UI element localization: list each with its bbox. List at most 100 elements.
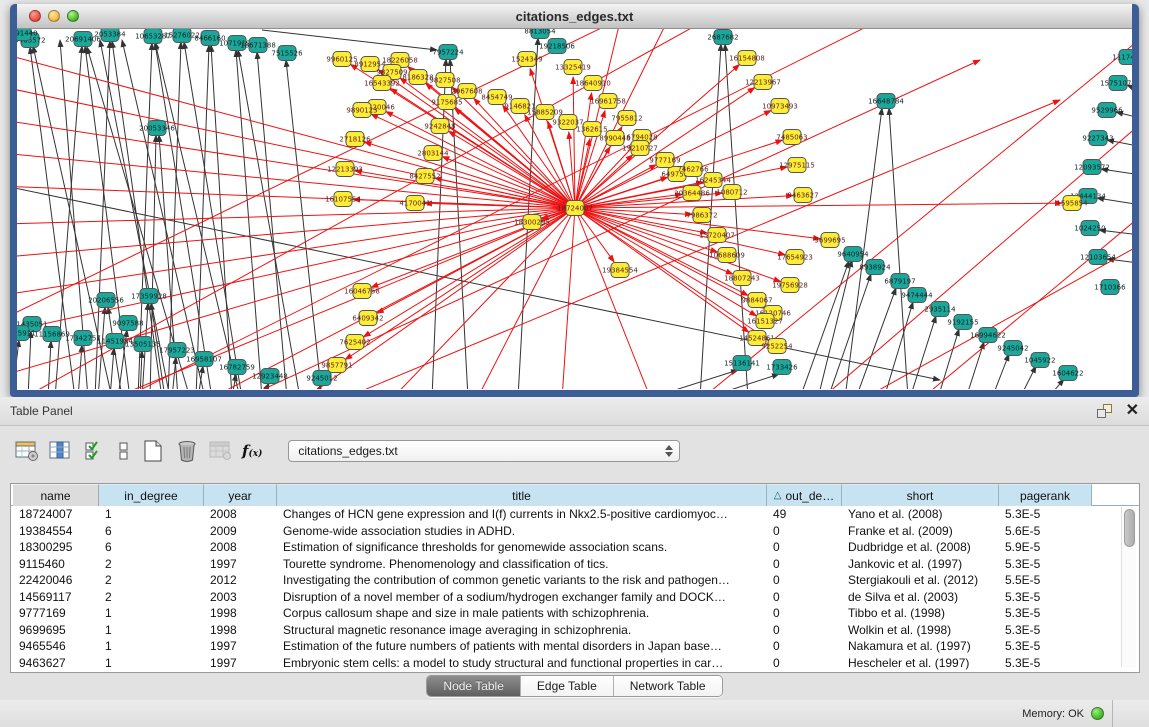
graph-node[interactable]: 12213967 bbox=[745, 75, 781, 90]
graph-node[interactable]: 15136141 bbox=[724, 356, 760, 371]
graph-node[interactable]: 12975115 bbox=[779, 158, 815, 173]
table-cell: 1 bbox=[99, 655, 204, 672]
graph-node[interactable]: 9529966 bbox=[1091, 103, 1123, 118]
graph-node[interactable]: 16782759 bbox=[219, 360, 255, 375]
column-header-out_de[interactable]: △out_de… bbox=[767, 484, 842, 506]
graph-node[interactable]: 9960125 bbox=[326, 52, 357, 67]
graph-node[interactable]: 16961758 bbox=[590, 94, 626, 109]
graph-node[interactable]: 19756928 bbox=[772, 278, 808, 293]
close-panel-icon[interactable]: ✕ bbox=[1126, 404, 1139, 418]
graph-node[interactable]: 19384554 bbox=[602, 263, 638, 278]
graph-node[interactable]: 1604622 bbox=[1052, 366, 1083, 381]
graph-node[interactable]: 9097588 bbox=[112, 316, 143, 331]
graph-node[interactable]: 12093572 bbox=[1074, 160, 1110, 175]
graph-node[interactable]: 2718126 bbox=[339, 132, 371, 147]
graph-node[interactable]: 16648784 bbox=[868, 94, 904, 109]
screen: citations_edges.txt 94055722069140620533… bbox=[0, 0, 1149, 727]
svg-text:6879197: 6879197 bbox=[884, 278, 915, 286]
column-header-pagerank[interactable]: pagerank bbox=[999, 484, 1092, 506]
graph-node[interactable]: 16107554 bbox=[325, 192, 361, 207]
graph-node[interactable]: 12923448 bbox=[252, 369, 288, 384]
select-columns-icon[interactable] bbox=[82, 438, 108, 464]
column-header-in_degree[interactable]: in_degree bbox=[99, 484, 204, 506]
column-header-short[interactable]: short bbox=[842, 484, 999, 506]
graph-node[interactable]: 1733426 bbox=[766, 360, 798, 375]
graph-node[interactable]: 1117407 bbox=[1112, 50, 1132, 65]
svg-text:7957224: 7957224 bbox=[432, 49, 464, 57]
graph-node[interactable]: 9463627 bbox=[787, 188, 818, 203]
graph-node[interactable]: 7625402 bbox=[339, 335, 370, 350]
tab-node-table[interactable]: Node Table bbox=[427, 676, 521, 696]
table-row[interactable]: 2242004622012Investigating the contribut… bbox=[11, 572, 1139, 589]
memory-ok-icon[interactable] bbox=[1091, 707, 1104, 720]
graph-node[interactable]: 7515526 bbox=[271, 46, 303, 61]
tab-edge-table[interactable]: Edge Table bbox=[521, 676, 614, 696]
graph-node[interactable]: 9474444 bbox=[901, 288, 933, 303]
table-select-dropdown[interactable]: citations_edges.txt bbox=[288, 440, 680, 462]
float-panel-icon[interactable] bbox=[1097, 404, 1112, 418]
scrollbar-thumb[interactable] bbox=[1124, 509, 1135, 547]
graph-node[interactable]: 1710366 bbox=[1094, 280, 1126, 295]
graph-node[interactable]: 8938924 bbox=[859, 260, 891, 275]
graph-node[interactable]: 2935114 bbox=[924, 302, 956, 317]
column-header-title[interactable]: title bbox=[277, 484, 767, 506]
graph-node[interactable]: 19218506 bbox=[539, 39, 575, 54]
graph-node[interactable]: 9175685 bbox=[431, 95, 462, 110]
table-cell: 0 bbox=[767, 655, 842, 672]
table-row[interactable]: 1830029562008Estimation of significance … bbox=[11, 539, 1139, 556]
graph-node[interactable]: 9227343 bbox=[1082, 131, 1113, 146]
table-row[interactable]: 911546021997Tourette syndrome. Phenomeno… bbox=[11, 556, 1139, 573]
window-titlebar[interactable]: citations_edges.txt bbox=[17, 4, 1132, 29]
table-row[interactable]: 946362711997Embryonic stem cells: a mode… bbox=[11, 655, 1139, 672]
row-height-icon[interactable] bbox=[116, 438, 132, 464]
vertical-scrollbar[interactable] bbox=[1121, 507, 1136, 667]
graph-node[interactable]: 7485063 bbox=[776, 130, 807, 145]
svg-text:16046758: 16046758 bbox=[344, 288, 380, 296]
graph-node[interactable]: 9245042 bbox=[997, 341, 1028, 356]
graph-node[interactable]: 16994622 bbox=[970, 328, 1006, 343]
graph-node[interactable]: 18640910 bbox=[575, 76, 611, 91]
minimize-window-button[interactable] bbox=[48, 10, 60, 22]
graph-node[interactable]: 19210727 bbox=[622, 141, 658, 156]
delete-column-icon[interactable] bbox=[174, 438, 200, 464]
graph-node[interactable]: 10973493 bbox=[762, 99, 798, 114]
graph-node[interactable]: 15751074 bbox=[1100, 76, 1132, 91]
graph-node[interactable]: 8813054 bbox=[524, 29, 556, 39]
zoom-window-button[interactable] bbox=[67, 10, 79, 22]
table-select-value: citations_edges.txt bbox=[298, 444, 397, 458]
close-window-button[interactable] bbox=[29, 10, 41, 22]
graph-node[interactable]: 13325419 bbox=[555, 60, 591, 75]
graph-node[interactable]: 6879197 bbox=[884, 274, 915, 289]
column-header-name[interactable]: name bbox=[13, 484, 99, 506]
graph-node[interactable]: 15720407 bbox=[699, 228, 735, 243]
graph-node[interactable]: 17342757 bbox=[65, 331, 101, 346]
table-options-icon[interactable] bbox=[14, 438, 40, 464]
graph-node[interactable]: 20206556 bbox=[88, 293, 124, 308]
graph-node[interactable]: 2967608 bbox=[451, 84, 482, 99]
table-row[interactable]: 977716911998Corpus callosum shape and si… bbox=[11, 605, 1139, 622]
table-row[interactable]: 946554611997Estimation of the future num… bbox=[11, 638, 1139, 655]
graph-node[interactable]: 17654923 bbox=[777, 250, 813, 265]
graph-node[interactable]: 1524349 bbox=[511, 52, 542, 67]
graph-node[interactable]: 9827508 bbox=[429, 73, 460, 88]
graph-node[interactable]: 7957224 bbox=[432, 45, 464, 60]
graph-node[interactable]: 7955812 bbox=[611, 111, 642, 126]
table-row[interactable]: 1456911722003Disruption of a novel membe… bbox=[11, 589, 1139, 606]
graph-node[interactable]: 9192155 bbox=[947, 315, 978, 330]
graph-node[interactable]: 9699695 bbox=[814, 233, 845, 248]
tab-network-table[interactable]: Network Table bbox=[614, 676, 722, 696]
network-canvas[interactable]: 9405572206914062053384106532871527602284… bbox=[17, 29, 1132, 389]
new-column-icon[interactable] bbox=[140, 438, 166, 464]
graph-node[interactable]: 1045922 bbox=[1024, 353, 1055, 368]
graph-node[interactable]: 1024250 bbox=[1074, 221, 1105, 236]
graph-node[interactable]: 2687682 bbox=[707, 30, 738, 45]
function-builder-icon[interactable]: f(x) bbox=[242, 442, 262, 460]
table-row[interactable]: 1872400712008Changes of HCN gene express… bbox=[11, 506, 1139, 523]
graph-node[interactable]: 16154808 bbox=[729, 51, 765, 66]
graph-node[interactable]: 7986372 bbox=[686, 208, 717, 223]
column-chooser-icon[interactable] bbox=[48, 438, 74, 464]
table-row[interactable]: 969969511998Structural magnetic resonanc… bbox=[11, 622, 1139, 639]
column-header-year[interactable]: year bbox=[204, 484, 277, 506]
table-row[interactable]: 1938455462009Genome-wide association stu… bbox=[11, 523, 1139, 540]
graph-node[interactable]: 4170041 bbox=[399, 196, 430, 211]
